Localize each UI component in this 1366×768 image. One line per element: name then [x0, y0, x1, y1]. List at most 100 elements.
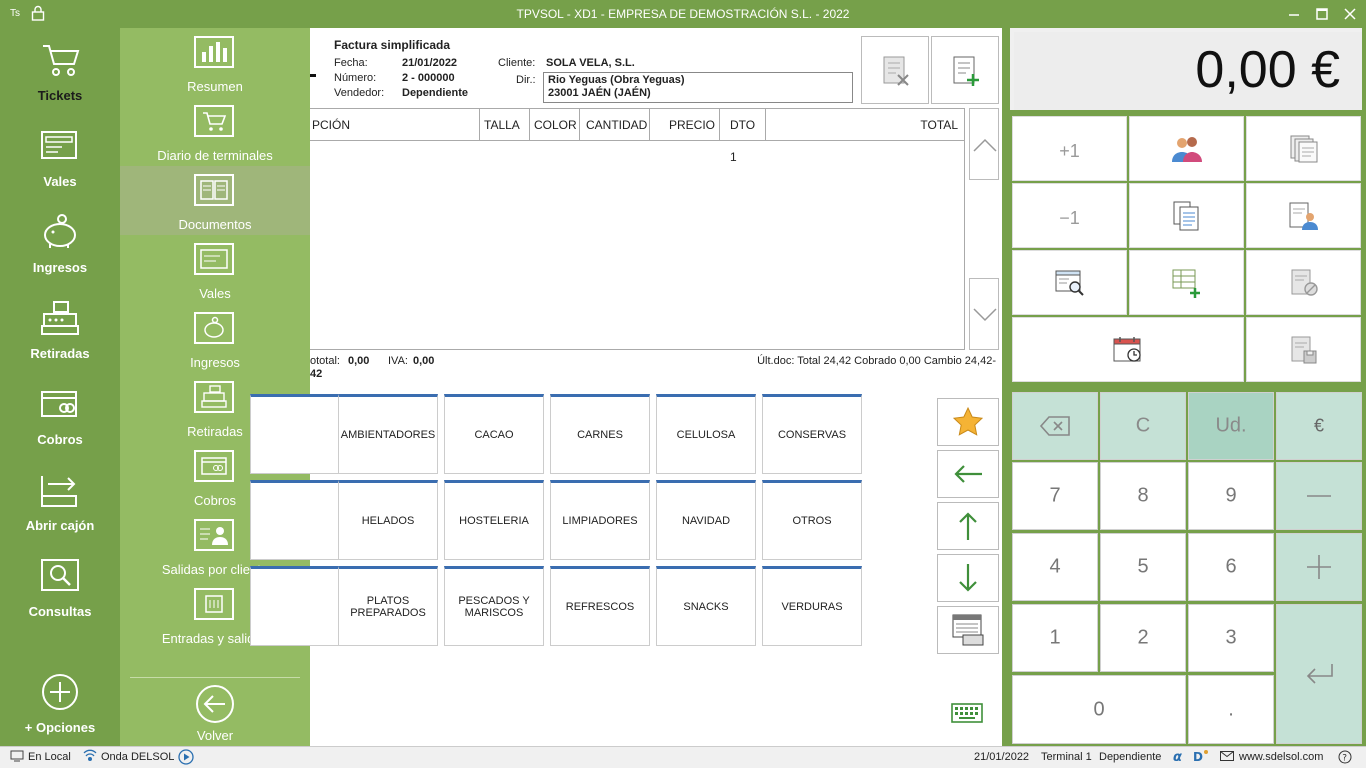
- nav-item-label: Cobros: [37, 432, 83, 447]
- family-button[interactable]: CELULOSA: [656, 394, 756, 474]
- family-button[interactable]: OTROS: [762, 480, 862, 560]
- onda-delsol-label: Onda DELSOL: [101, 751, 175, 763]
- family-button[interactable]: PLATOS PREPARADOS: [338, 566, 438, 646]
- search-document-button[interactable]: [1012, 250, 1127, 315]
- delete-document-icon: [883, 56, 909, 86]
- cliente-value[interactable]: SOLA VELA, S.L.: [546, 57, 635, 69]
- close-icon[interactable]: [1340, 4, 1360, 24]
- digit-8-key[interactable]: 8: [1100, 462, 1186, 530]
- article-list-button[interactable]: [937, 606, 999, 654]
- address-box[interactable]: Rio Yeguas (Obra Yeguas) 23001 JAÉN (JAÉ…: [543, 72, 853, 103]
- page-down-button[interactable]: [937, 554, 999, 602]
- play-icon[interactable]: [178, 749, 194, 768]
- add-line-button[interactable]: [1129, 250, 1244, 315]
- family-button[interactable]: PESCADOS Y MARISCOS: [444, 566, 544, 646]
- family-button[interactable]: AMBIENTADORES: [338, 394, 438, 474]
- family-button[interactable]: VERDURAS: [762, 566, 862, 646]
- column-total[interactable]: TOTAL: [766, 109, 964, 141]
- nav-item-vales[interactable]: Vales: [0, 114, 120, 200]
- column-precio[interactable]: PRECIO: [650, 109, 720, 141]
- family-button[interactable]: HELADOS: [338, 480, 438, 560]
- family-button[interactable]: CONSERVAS: [762, 394, 862, 474]
- digit-5-key[interactable]: 5: [1100, 533, 1186, 601]
- multiple-tickets-button[interactable]: [1246, 116, 1361, 181]
- digit-6-key[interactable]: 6: [1188, 533, 1274, 601]
- family-button[interactable]: LIMPIADORES: [550, 480, 650, 560]
- delsol-alpha-icon[interactable]: α: [1173, 749, 1187, 766]
- back-family-button[interactable]: [937, 450, 999, 498]
- family-button-partial[interactable]: [250, 566, 350, 646]
- documents-list-button[interactable]: [1129, 183, 1244, 248]
- plus-key[interactable]: [1276, 533, 1362, 601]
- column-color[interactable]: COLOR: [530, 109, 580, 141]
- favorites-button[interactable]: [937, 398, 999, 446]
- new-document-icon: [953, 56, 979, 86]
- units-key[interactable]: Ud.: [1188, 392, 1274, 460]
- euro-key-label: €: [1313, 415, 1324, 436]
- page-up-button[interactable]: [937, 502, 999, 550]
- digit-7-key[interactable]: 7: [1012, 462, 1098, 530]
- scroll-down-button[interactable]: [969, 278, 999, 350]
- minimize-icon[interactable]: [1284, 4, 1304, 24]
- svg-text:α: α: [1173, 750, 1182, 763]
- euro-key[interactable]: €: [1276, 392, 1362, 460]
- nav-item-cobros[interactable]: Cobros: [0, 372, 120, 458]
- help-icon[interactable]: ?: [1338, 750, 1352, 767]
- nav-item-tickets[interactable]: Tickets: [0, 28, 120, 114]
- cart-icon: [40, 42, 80, 78]
- minus-one-button[interactable]: −1: [1012, 183, 1127, 248]
- digit-2-key[interactable]: 2: [1100, 604, 1186, 672]
- clear-key[interactable]: C: [1100, 392, 1186, 460]
- digit-1-key[interactable]: 1: [1012, 604, 1098, 672]
- maximize-icon[interactable]: [1312, 4, 1332, 24]
- lines-grid[interactable]: PCIÓN TALLA COLOR CANTIDAD PRECIO DTO 1 …: [310, 108, 965, 350]
- back-button[interactable]: Volver: [120, 680, 310, 746]
- client-select-button[interactable]: [1129, 116, 1244, 181]
- digit-label: 8: [1137, 484, 1149, 507]
- column-descripcion[interactable]: PCIÓN: [310, 109, 480, 141]
- client-ticket-button[interactable]: [1246, 183, 1361, 248]
- mail-icon[interactable]: [1220, 751, 1234, 764]
- family-button[interactable]: NAVIDAD: [656, 480, 756, 560]
- family-button[interactable]: HOSTELERIA: [444, 480, 544, 560]
- calendar-button[interactable]: [1012, 317, 1244, 382]
- digit-3-key[interactable]: 3: [1188, 604, 1274, 672]
- cancel-ticket-button[interactable]: [1246, 250, 1361, 315]
- nav-item-ingresos[interactable]: Ingresos: [0, 200, 120, 286]
- digit-0-key[interactable]: 0: [1012, 675, 1186, 744]
- submenu-label: Vales: [199, 286, 231, 301]
- family-button[interactable]: CARNES: [550, 394, 650, 474]
- decimal-key[interactable]: .: [1188, 675, 1274, 744]
- scroll-up-button[interactable]: [969, 108, 999, 180]
- submenu-item-diario[interactable]: Diario de terminales: [120, 97, 310, 166]
- digit-9-key[interactable]: 9: [1188, 462, 1274, 530]
- save-ticket-button[interactable]: [1246, 317, 1361, 382]
- column-talla[interactable]: TALLA: [480, 109, 530, 141]
- delsol-d-icon[interactable]: D: [1193, 749, 1209, 766]
- keyboard-icon[interactable]: [951, 702, 983, 724]
- options-button[interactable]: + Opciones: [0, 660, 120, 746]
- minus-key[interactable]: [1276, 462, 1362, 530]
- family-button[interactable]: CACAO: [444, 394, 544, 474]
- family-button[interactable]: REFRESCOS: [550, 566, 650, 646]
- submenu-item-vales[interactable]: Vales: [120, 235, 310, 304]
- family-button[interactable]: SNACKS: [656, 566, 756, 646]
- submenu-item-documentos[interactable]: Documentos: [120, 166, 310, 235]
- submenu-item-resumen[interactable]: Resumen: [120, 28, 310, 97]
- digit-4-key[interactable]: 4: [1012, 533, 1098, 601]
- new-document-button[interactable]: [931, 36, 999, 104]
- nav-item-consultas[interactable]: Consultas: [0, 544, 120, 630]
- submenu-item-ingresos[interactable]: Ingresos: [120, 304, 310, 373]
- column-cantidad[interactable]: CANTIDAD: [580, 109, 650, 141]
- nav-item-abrir-cajon[interactable]: Abrir cajón: [0, 458, 120, 544]
- enter-key[interactable]: [1276, 604, 1362, 744]
- backspace-key[interactable]: [1012, 392, 1098, 460]
- column-dto1[interactable]: DTO 1: [720, 109, 766, 164]
- delete-document-button[interactable]: [861, 36, 929, 104]
- last-document-summary: Últ.doc: Total 24,42 Cobrado 0,00 Cambio…: [757, 355, 996, 367]
- family-button-partial[interactable]: [250, 394, 350, 474]
- website-link[interactable]: www.sdelsol.com: [1239, 751, 1323, 763]
- plus-one-button[interactable]: +1: [1012, 116, 1127, 181]
- nav-item-retiradas[interactable]: Retiradas: [0, 286, 120, 372]
- family-button-partial[interactable]: [250, 480, 350, 560]
